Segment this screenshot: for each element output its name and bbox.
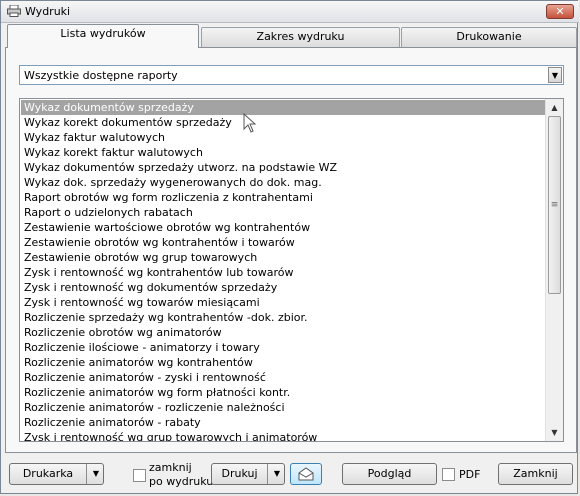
report-list-item[interactable]: Rozliczenie animatorów wg form płatności… (21, 385, 546, 400)
report-list-item[interactable]: Rozliczenie animatorów - zyski i rentown… (21, 370, 546, 385)
print-button[interactable]: Drukuj ▼ (211, 463, 285, 485)
tab-zakres-wydruku[interactable]: Zakres wydruku (201, 27, 400, 47)
report-list-item[interactable]: Wykaz dok. sprzedaży wygenerowanych do d… (21, 175, 546, 190)
report-list-items: Wykaz dokumentów sprzedaży Wykaz korekt d… (21, 100, 546, 441)
title-bar: Wydruki ✕ (1, 1, 579, 23)
close-after-print-label-2: po wydruku (149, 475, 214, 488)
report-list-item[interactable]: Rozliczenie animatorów - rozliczenie nal… (21, 400, 546, 415)
report-list-item[interactable]: Wykaz dokumentów sprzedaży utworz. na po… (21, 160, 546, 175)
report-filter-value: Wszystkie dostępne raporty (24, 69, 178, 82)
preview-label: Podgląd (367, 467, 412, 480)
print-dialog: Wydruki ✕ Lista wydruków Zakres wydruku … (0, 0, 579, 494)
email-button[interactable] (290, 463, 322, 485)
printer-label: Drukarka (22, 467, 74, 480)
preview-button[interactable]: Podgląd (342, 463, 437, 485)
report-list-item[interactable]: Wykaz korekt dokumentów sprzedaży (21, 115, 546, 130)
printer-icon (7, 5, 21, 17)
close-window-button[interactable]: ✕ (546, 4, 574, 19)
chevron-down-icon[interactable]: ▼ (86, 464, 105, 484)
report-list-item[interactable]: Rozliczenie animatorów - rabaty (21, 415, 546, 430)
report-list-item[interactable]: Rozliczenie obrotów wg animatorów (21, 325, 546, 340)
report-list-item[interactable]: Wykaz dokumentów sprzedaży (21, 100, 546, 115)
pdf-checkbox[interactable] (442, 468, 455, 481)
close-label: Zamknij (513, 467, 558, 480)
scroll-down-icon[interactable]: ▼ (547, 425, 562, 440)
vertical-scrollbar[interactable]: ▲ ≡ ▼ (545, 99, 563, 441)
tab-label: Drukowanie (456, 30, 522, 43)
scroll-up-icon[interactable]: ▲ (547, 100, 562, 115)
print-label: Drukuj (221, 467, 258, 480)
printer-button[interactable]: Drukarka ▼ (9, 463, 104, 485)
close-after-print-checkbox[interactable] (133, 469, 146, 482)
tab-drukowanie[interactable]: Drukowanie (401, 27, 577, 47)
report-list-item[interactable]: Rozliczenie animatorów wg kontrahentów (21, 355, 546, 370)
report-list-item[interactable]: Raport o udzielonych rabatach (21, 205, 546, 220)
report-list-item[interactable]: Zysk i rentowność wg dokumentów sprzedaż… (21, 280, 546, 295)
report-list-item[interactable]: Wykaz korekt faktur walutowych (21, 145, 546, 160)
mouse-pointer-icon (243, 113, 257, 133)
envelope-icon (298, 467, 314, 481)
tab-label: Lista wydruków (60, 27, 146, 40)
bottom-toolbar: Drukarka ▼ zamknij po wydruku Drukuj ▼ P… (1, 456, 579, 494)
tab-bar: Lista wydruków Zakres wydruku Drukowanie (5, 24, 577, 48)
close-button[interactable]: Zamknij (498, 463, 573, 485)
report-list-item[interactable]: Zestawienie obrotów wg grup towarowych (21, 250, 546, 265)
pdf-label: PDF (459, 468, 481, 481)
report-list-item[interactable]: Zestawienie wartościowe obrotów wg kontr… (21, 220, 546, 235)
close-after-print-label-1: zamknij (149, 461, 192, 474)
report-list-item[interactable]: Rozliczenie sprzedaży wg kontrahentów -d… (21, 310, 546, 325)
report-filter-select[interactable]: Wszystkie dostępne raporty ▼ (19, 65, 564, 85)
report-list-item[interactable]: Zysk i rentowność wg kontrahentów lub to… (21, 265, 546, 280)
scrollbar-thumb[interactable]: ≡ (548, 116, 561, 294)
report-list-item[interactable]: Zysk i rentowność wg towarów miesiącami (21, 295, 546, 310)
report-list-item[interactable]: Wykaz faktur walutowych (21, 130, 546, 145)
report-list-item[interactable]: Zestawienie obrotów wg kontrahentów i to… (21, 235, 546, 250)
report-list-item[interactable]: Zysk i rentowność wg grup towarowych i a… (21, 430, 546, 441)
report-list-item[interactable]: Raport obrotów wg form rozliczenia z kon… (21, 190, 546, 205)
chevron-down-icon[interactable]: ▼ (267, 464, 286, 484)
report-list-item[interactable]: Rozliczenie ilościowe - animatorzy i tow… (21, 340, 546, 355)
window-title: Wydruki (25, 5, 71, 18)
report-list[interactable]: Wykaz dokumentów sprzedaży Wykaz korekt d… (19, 98, 564, 442)
tab-lista-wydrukow[interactable]: Lista wydruków (7, 24, 199, 48)
chevron-down-icon[interactable]: ▼ (548, 67, 562, 83)
tab-panel: Wszystkie dostępne raporty ▼ Wykaz dokum… (5, 47, 577, 453)
tab-label: Zakres wydruku (256, 30, 345, 43)
close-icon: ✕ (555, 5, 565, 18)
